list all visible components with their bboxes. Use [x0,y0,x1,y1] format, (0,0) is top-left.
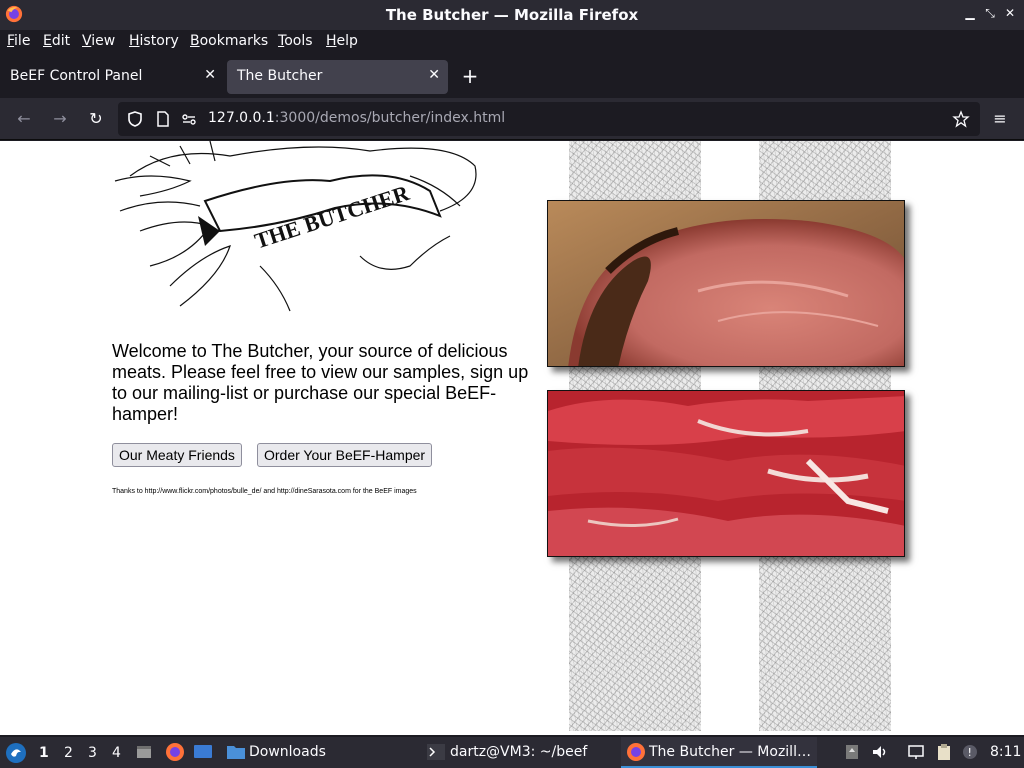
welcome-text: Welcome to The Butcher, your source of d… [112,341,529,424]
url-bar[interactable]: 127.0.0.1:3000/demos/butcher/index.html [118,102,980,136]
workspace-4[interactable]: 4 [112,745,121,761]
taskbar-item-firefox[interactable]: The Butcher — Mozill… [621,737,817,768]
workspace-1[interactable]: 1 [39,745,49,761]
url-path: :3000/demos/butcher/index.html [274,110,506,126]
tab-beef-control-panel[interactable]: BeEF Control Panel ✕ [0,60,224,94]
window-titlebar: The Butcher — Mozilla Firefox ▁ ⤡ ✕ [0,0,1024,30]
workspace-3[interactable]: 3 [88,745,97,761]
image-credits: Thanks to http://www.flickr.com/photos/b… [112,488,417,495]
svg-text:!: ! [968,746,972,759]
tab-label: BeEF Control Panel [10,68,143,84]
taskbar-item-label: The Butcher — Mozill… [649,744,811,760]
page-icon[interactable] [154,110,172,128]
bookmark-star-icon[interactable] [952,110,970,128]
url-text[interactable]: 127.0.0.1:3000/demos/butcher/index.html [208,110,505,126]
menu-tools[interactable]: Tools [278,33,313,49]
navigation-bar: ← → ↻ 127.0.0.1:3000/demos/butcher/index… [0,98,1024,140]
file-manager-icon[interactable] [135,743,153,761]
close-tab-icon[interactable]: ✕ [204,67,216,83]
tab-label: The Butcher [237,68,323,84]
start-menu-icon[interactable] [5,742,27,764]
roast-beef-image [547,200,905,367]
permissions-icon[interactable] [180,110,198,128]
menu-file[interactable]: File [7,33,30,49]
menu-bar: File Edit View History Bookmarks Tools H… [0,30,1024,54]
clock: 8:11 [990,744,1022,760]
taskbar-item-label: dartz@VM3: ~/beef [450,744,588,760]
firefox-icon[interactable] [165,742,185,762]
folder-icon [227,746,245,759]
clipboard-icon[interactable] [935,743,953,761]
menu-view[interactable]: View [82,33,115,49]
network-icon[interactable] [907,743,925,761]
firefox-icon [627,743,645,761]
terminal-icon [427,744,445,760]
butcher-logo: THE BUTCHER [114,141,477,312]
system-taskbar: 1 2 3 4 Downloads dartz@VM3: ~/beef The … [0,737,1024,768]
taskbar-item-label: Downloads [249,744,326,760]
menu-history[interactable]: History [129,33,179,49]
notification-icon[interactable]: ! [961,743,979,761]
updates-icon[interactable] [843,743,861,761]
close-icon[interactable]: ✕ [1002,6,1018,20]
volume-icon[interactable] [871,743,889,761]
reload-icon[interactable]: ↻ [85,108,107,130]
back-icon[interactable]: ← [13,108,35,130]
shield-icon[interactable] [126,110,144,128]
raw-beef-image [547,390,905,557]
taskbar-item-downloads[interactable]: Downloads [223,737,413,768]
menu-help[interactable]: Help [326,33,358,49]
meaty-friends-button[interactable]: Our Meaty Friends [112,443,242,467]
url-host: 127.0.0.1 [208,110,275,126]
close-tab-icon[interactable]: ✕ [428,67,440,83]
forward-icon[interactable]: → [49,108,71,130]
maximize-icon[interactable]: ⤡ [982,6,998,21]
taskbar-item-terminal[interactable]: dartz@VM3: ~/beef [423,737,615,768]
workspace-2[interactable]: 2 [64,745,73,761]
new-tab-icon[interactable]: + [460,64,480,88]
menu-bookmarks[interactable]: Bookmarks [190,33,268,49]
order-hamper-button[interactable]: Order Your BeEF-Hamper [257,443,433,467]
menu-edit[interactable]: Edit [43,33,70,49]
tab-strip: BeEF Control Panel ✕ The Butcher ✕ [0,56,1024,98]
window-title: The Butcher — Mozilla Firefox [385,6,639,24]
minimize-icon[interactable]: ▁ [962,6,978,20]
app-menu-icon[interactable]: ≡ [989,108,1011,130]
web-page: THE BUTCHER Welcome to The Butcher, your… [0,141,1024,735]
desktop-icon[interactable] [193,743,213,761]
tab-the-butcher[interactable]: The Butcher ✕ [227,60,448,94]
